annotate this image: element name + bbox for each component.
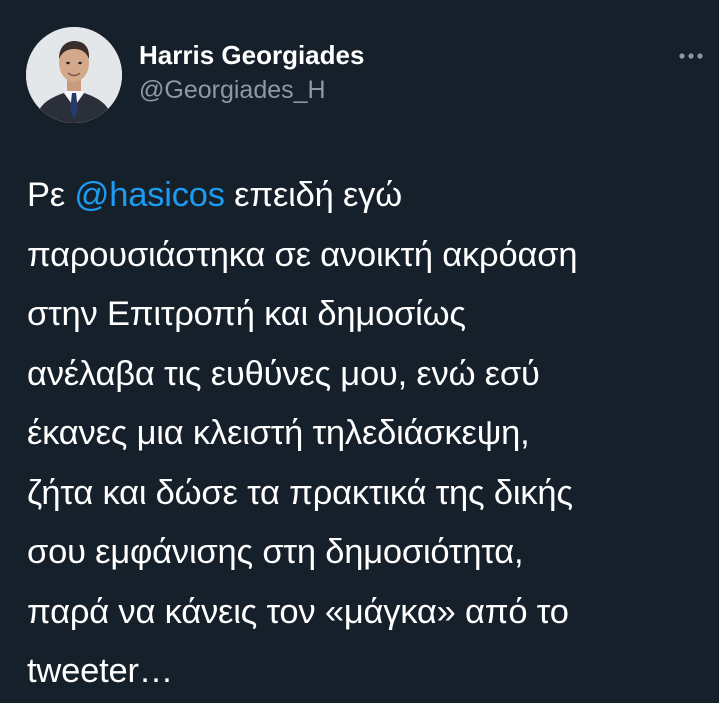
tweet-line: παρά να κάνεις τον «μάγκα» από το — [27, 592, 569, 631]
tweet-line: ζήτα και δώσε τα πρακτικά της δικής — [27, 473, 573, 512]
tweet-text: Ρε @hasicos επειδή εγώ παρουσιάστηκα σε … — [27, 166, 713, 702]
author-handle[interactable]: @Georgiades_H — [139, 76, 326, 105]
more-options-button[interactable] — [670, 40, 710, 70]
avatar[interactable] — [26, 27, 122, 123]
tweet-line: στην Επιτροπή και δημοσίως — [27, 295, 466, 333]
tweet-text-segment: επειδή εγώ — [224, 176, 402, 214]
tweet-line: σου εμφάνισης στη δημοσιότητα, — [27, 533, 524, 571]
tweet-line: παρουσιάστηκα σε ανοικτή ακρόαση — [27, 235, 578, 274]
author-display-name[interactable]: Harris Georgiades — [139, 40, 364, 71]
tweet-line: tweeter… — [27, 652, 174, 690]
tweet-text-segment: Ρε — [27, 176, 75, 214]
tweet-line: Ρε @hasicos επειδή εγώ — [27, 166, 713, 226]
tweet-line: ανέλαβα τις ευθύνες μου, ενώ εσύ — [27, 354, 540, 393]
more-horizontal-icon — [679, 53, 703, 59]
profile-photo-icon — [26, 27, 122, 123]
mention-link[interactable]: @hasicos — [74, 176, 225, 214]
tweet-line: έκανες μια κλειστή τηλεδιάσκεψη, — [27, 414, 530, 452]
tweet-card: Harris Georgiades @Georgiades_H Ρε @hasi… — [0, 0, 719, 703]
